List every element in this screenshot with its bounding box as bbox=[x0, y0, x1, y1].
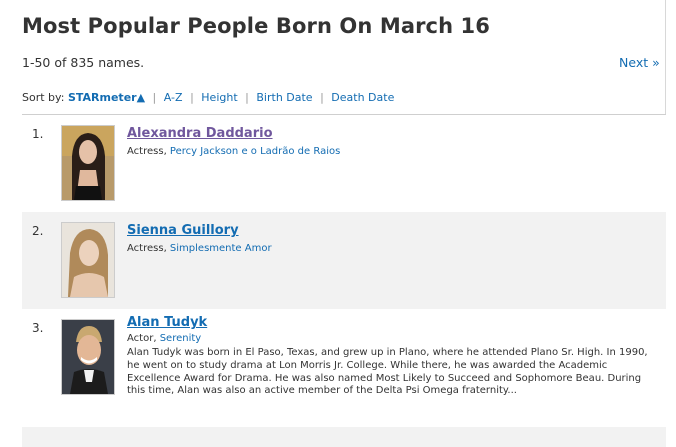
profession: Actress bbox=[127, 146, 164, 157]
profession: Actress bbox=[127, 243, 164, 254]
headshot-photo[interactable] bbox=[61, 125, 115, 201]
person-meta: Actress, Simplesmente Amor bbox=[127, 243, 272, 254]
sort-bar: Sort by: STARmeter▲ | A-Z | Height | Bir… bbox=[22, 91, 394, 104]
sort-option-starmeter[interactable]: STARmeter▲ bbox=[68, 91, 145, 104]
page-title: Most Popular People Born On March 16 bbox=[22, 14, 490, 38]
list-item: 2. Sienna Guillory Actress, Simplesmente… bbox=[22, 212, 666, 309]
rank-number: 2. bbox=[32, 224, 44, 238]
sort-label: Sort by: bbox=[22, 91, 65, 104]
sort-separator: | bbox=[245, 91, 249, 104]
next-page-link[interactable]: Next » bbox=[619, 55, 660, 70]
headshot-photo[interactable] bbox=[61, 222, 115, 298]
headshot-photo[interactable] bbox=[61, 319, 115, 395]
results-count: 1-50 of 835 names. bbox=[22, 55, 145, 70]
known-for-link[interactable]: Serenity bbox=[160, 333, 202, 344]
window-right-edge bbox=[665, 0, 676, 428]
sort-option-a-z[interactable]: A-Z bbox=[164, 91, 183, 104]
person-meta: Actor, Serenity bbox=[127, 333, 202, 344]
profession: Actor bbox=[127, 333, 154, 344]
person-name-link[interactable]: Sienna Guillory bbox=[127, 223, 239, 238]
rank-number: 1. bbox=[32, 127, 44, 141]
known-for-link[interactable]: Simplesmente Amor bbox=[170, 243, 272, 254]
sort-option-birth-date[interactable]: Birth Date bbox=[256, 91, 312, 104]
sort-separator: | bbox=[190, 91, 194, 104]
person-name-link[interactable]: Alexandra Daddario bbox=[127, 126, 273, 141]
sort-separator: | bbox=[320, 91, 324, 104]
rank-number: 3. bbox=[32, 321, 44, 335]
list-item: 1. Alexandra Daddario Actress, Percy Jac… bbox=[22, 115, 666, 212]
list-item: 3. Alan Tudyk Actor, Serenity Alan Tudyk… bbox=[22, 309, 666, 427]
person-meta: Actress, Percy Jackson e o Ladrão de Rai… bbox=[127, 146, 341, 157]
sort-separator: | bbox=[152, 91, 157, 104]
list-item bbox=[22, 427, 666, 447]
sort-option-height[interactable]: Height bbox=[201, 91, 237, 104]
known-for-link[interactable]: Percy Jackson e o Ladrão de Raios bbox=[170, 146, 340, 157]
person-bio: Alan Tudyk was born in El Paso, Texas, a… bbox=[127, 347, 648, 397]
person-name-link[interactable]: Alan Tudyk bbox=[127, 315, 207, 330]
people-list: 1. Alexandra Daddario Actress, Percy Jac… bbox=[22, 114, 666, 447]
sort-option-death-date[interactable]: Death Date bbox=[331, 91, 394, 104]
